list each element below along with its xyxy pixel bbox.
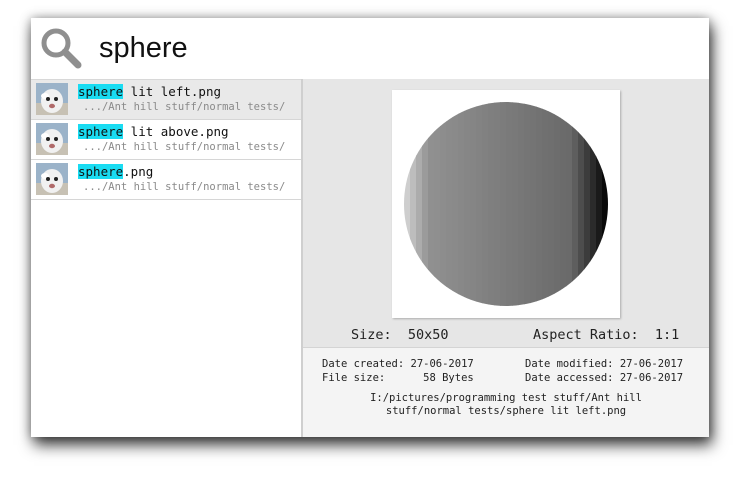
size-row: Size: 50x50 Aspect Ratio: 1:1	[303, 327, 709, 345]
preview-pane: Size: 50x50 Aspect Ratio: 1:1 Date creat…	[303, 79, 709, 437]
search-window: sphere lit left.png .../Ant hill stuff/n…	[31, 18, 709, 437]
sphere-band	[422, 102, 429, 306]
size-text: Size: 50x50	[351, 327, 449, 343]
sphere-band	[560, 102, 567, 306]
search-input[interactable]	[99, 26, 689, 70]
sphere-band	[506, 102, 513, 306]
result-name-rest: lit above.png	[123, 124, 229, 139]
match-highlight: sphere	[78, 84, 124, 99]
sphere-band	[566, 102, 573, 306]
sphere-band	[590, 102, 597, 306]
ghost-thumbnail-icon	[36, 83, 68, 115]
result-path: .../Ant hill stuff/normal tests/	[83, 181, 286, 193]
metadata-box: Date created: 27-06-2017 File size: 58 B…	[303, 347, 709, 437]
ghost-thumbnail-icon	[36, 123, 68, 155]
result-name: sphere lit above.png	[78, 124, 229, 139]
sphere-band	[602, 102, 608, 306]
sphere-band	[434, 102, 441, 306]
sphere-band	[554, 102, 561, 306]
sphere-band	[530, 102, 537, 306]
aspect-ratio-text: Aspect Ratio: 1:1	[533, 327, 680, 343]
sphere-band	[500, 102, 507, 306]
result-name-rest: lit left.png	[123, 84, 221, 99]
result-item[interactable]: sphere.png .../Ant hill stuff/normal tes…	[31, 160, 301, 200]
sphere-band	[584, 102, 591, 306]
sphere-band	[596, 102, 603, 306]
result-path: .../Ant hill stuff/normal tests/	[83, 141, 286, 153]
sphere-band	[440, 102, 447, 306]
sphere-band	[524, 102, 531, 306]
sphere-band	[494, 102, 501, 306]
results-list: sphere lit left.png .../Ant hill stuff/n…	[31, 79, 301, 437]
result-name: sphere.png	[78, 164, 153, 179]
sphere-band	[458, 102, 465, 306]
full-file-path: I:/pictures/programming test stuff/Ant h…	[303, 392, 709, 418]
date-modified: Date modified: 27-06-2017	[525, 358, 684, 370]
result-name-rest: .png	[123, 164, 154, 179]
ghost-thumbnail-icon	[36, 163, 68, 195]
match-highlight: sphere	[78, 164, 124, 179]
full-path-line-2: stuff/normal tests/sphere lit left.png	[385, 405, 627, 417]
sphere-band	[482, 102, 489, 306]
sphere-band	[542, 102, 549, 306]
sphere-band	[512, 102, 519, 306]
preview-image-frame	[392, 90, 620, 318]
sphere-band	[578, 102, 585, 306]
sphere-band	[470, 102, 477, 306]
result-path: .../Ant hill stuff/normal tests/	[83, 101, 286, 113]
sphere-band	[572, 102, 579, 306]
sphere-band	[446, 102, 453, 306]
sphere-band	[548, 102, 555, 306]
result-item[interactable]: sphere lit left.png .../Ant hill stuff/n…	[31, 80, 301, 120]
sphere-band	[536, 102, 543, 306]
sphere-bands	[404, 102, 608, 306]
date-accessed: Date accessed: 27-06-2017	[525, 372, 684, 384]
sphere-band	[428, 102, 435, 306]
search-bar	[31, 18, 709, 78]
match-highlight: sphere	[78, 124, 124, 139]
file-size: File size: 58 Bytes	[322, 372, 474, 384]
sphere-band	[404, 102, 411, 306]
search-icon	[41, 28, 82, 69]
sphere-band	[518, 102, 525, 306]
sphere-band	[464, 102, 471, 306]
result-item[interactable]: sphere lit above.png .../Ant hill stuff/…	[31, 120, 301, 160]
full-path-line-1: I:/pictures/programming test stuff/Ant h…	[370, 392, 642, 404]
result-name: sphere lit left.png	[78, 84, 221, 99]
sphere-preview-image	[404, 102, 608, 306]
date-created: Date created: 27-06-2017	[322, 358, 474, 370]
sphere-band	[452, 102, 459, 306]
sphere-band	[488, 102, 495, 306]
sphere-band	[410, 102, 417, 306]
sphere-band	[476, 102, 483, 306]
sphere-band	[416, 102, 423, 306]
